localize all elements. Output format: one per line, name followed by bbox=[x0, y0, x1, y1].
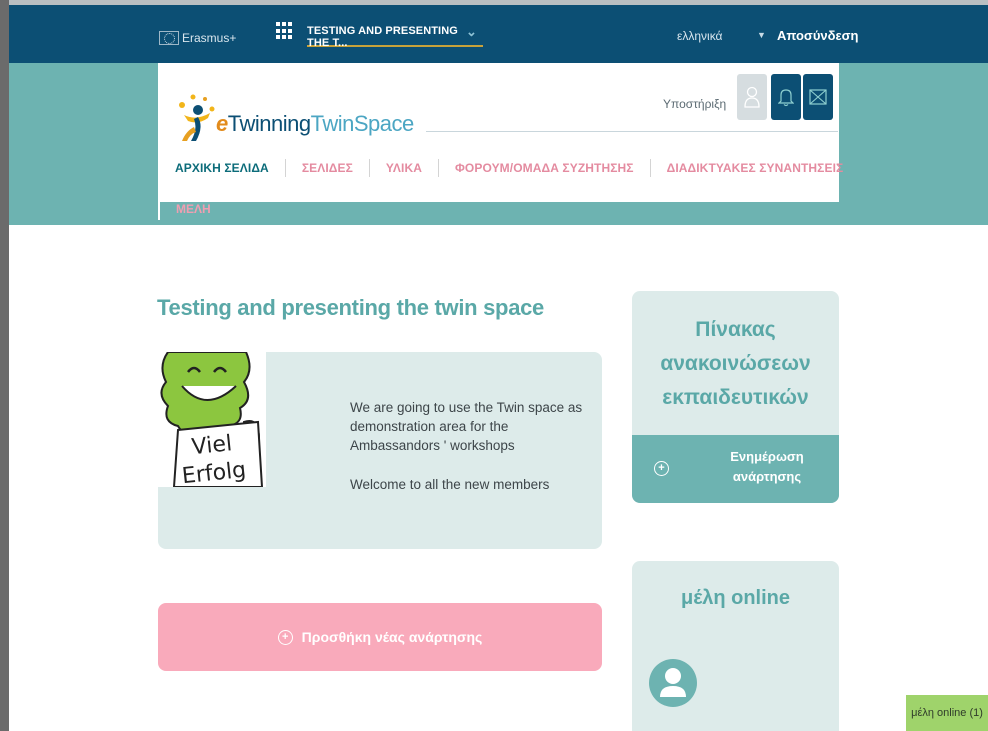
user-silhouette-icon bbox=[660, 668, 686, 697]
header-divider bbox=[426, 131, 838, 132]
logout-link[interactable]: Αποσύνδεση bbox=[777, 28, 859, 43]
chevron-down-icon: ⌄ bbox=[466, 24, 477, 39]
erasmus-label: Erasmus+ bbox=[182, 31, 237, 45]
nav-item-forum[interactable]: ΦΟΡΟΥΜ/ΟΜΑΔΑ ΣΥΖΗΤΗΣΗΣ bbox=[455, 161, 634, 175]
nav-divider bbox=[284, 159, 286, 177]
plus-circle-icon: + bbox=[654, 461, 669, 476]
twinspace-selector[interactable]: TESTING AND PRESENTING THE T... ⌄ bbox=[307, 24, 483, 49]
user-icon bbox=[744, 86, 760, 108]
plus-circle-icon: + bbox=[277, 629, 293, 645]
online-members-chip[interactable]: μέλη online (1) bbox=[906, 695, 988, 731]
support-link[interactable]: Υποστήριξη bbox=[663, 97, 726, 111]
top-bar: Erasmus+ TESTING AND PRESENTING THE T...… bbox=[9, 5, 988, 63]
sign-text-line1: Viel bbox=[191, 431, 234, 460]
nav-item-materials[interactable]: ΥΛΙΚΑ bbox=[386, 161, 422, 175]
add-post-label: Προσθήκη νέας ανάρτησης bbox=[301, 629, 483, 645]
caret-down-icon[interactable]: ▼ bbox=[757, 30, 766, 40]
update-post-label: Ενημέρωση ανάρτησης bbox=[730, 449, 804, 484]
nav-item-members[interactable]: ΜΕΛΗ bbox=[158, 202, 278, 220]
nav-divider bbox=[368, 159, 370, 177]
main-nav: ΑΡΧΙΚΗ ΣΕΛΙΔΑ ΣΕΛΙΔΕΣ ΥΛΙΚΑ ΦΟΡΟΥΜ/ΟΜΑΔΑ… bbox=[175, 159, 843, 177]
online-members-card: μέλη online bbox=[632, 561, 839, 731]
nav-item-home[interactable]: ΑΡΧΙΚΗ ΣΕΛΙΔΑ bbox=[175, 161, 269, 175]
nav-item-online-meetings[interactable]: ΔΙΑΔΙΚΤΥΑΚΕΣ ΣΥΝΑΝΤΗΣΕΙΣ bbox=[667, 161, 844, 175]
header-card: eTwinningTwinSpace Υποστήριξη ΑΡΧΙΚΗ ΣΕΛ… bbox=[158, 63, 843, 202]
intro-paragraph: We are going to use the Twin space as de… bbox=[350, 400, 583, 453]
bell-icon bbox=[778, 89, 794, 107]
viel-erfolg-image: Viel Erfolg bbox=[158, 352, 266, 487]
teacher-bulletin-board: Πίνακας ανακοινώσεων εκπαιδευτικών + Ενη… bbox=[632, 291, 839, 503]
page-title: Testing and presenting the twin space bbox=[157, 295, 544, 320]
nav-divider bbox=[649, 159, 651, 177]
online-members-title: μέλη online bbox=[680, 587, 791, 609]
avatar-icon[interactable] bbox=[649, 659, 697, 707]
etwinning-wordmark: eTwinningTwinSpace bbox=[216, 111, 414, 136]
twinspace-selector-value: TESTING AND PRESENTING THE T... bbox=[307, 25, 458, 49]
update-post-button[interactable]: + Ενημέρωση ανάρτησης bbox=[632, 435, 839, 503]
messages-button[interactable] bbox=[803, 74, 833, 120]
bulletin-board-title: Πίνακας ανακοινώσεων εκπαιδευτικών bbox=[660, 318, 811, 409]
etwinning-logo[interactable]: eTwinningTwinSpace bbox=[174, 91, 424, 145]
smiley-sign-illustration: Viel Erfolg bbox=[160, 352, 264, 487]
erasmus-link[interactable]: Erasmus+ bbox=[159, 31, 236, 45]
notifications-button[interactable] bbox=[771, 74, 801, 120]
language-selector[interactable]: ελληνικά bbox=[677, 29, 722, 43]
add-post-button[interactable]: + Προσθήκη νέας ανάρτησης bbox=[158, 603, 602, 671]
nav-divider bbox=[437, 159, 439, 177]
window-edge bbox=[0, 0, 9, 731]
eu-flag-icon bbox=[159, 31, 179, 45]
mail-icon bbox=[809, 89, 827, 105]
nav-item-pages[interactable]: ΣΕΛΙΔΕΣ bbox=[302, 161, 353, 175]
welcome-paragraph: Welcome to all the new members bbox=[350, 477, 550, 492]
apps-grid-icon[interactable] bbox=[276, 22, 294, 40]
profile-button[interactable] bbox=[737, 74, 767, 120]
intro-text: We are going to use the Twin space as de… bbox=[350, 398, 590, 494]
etwinning-figure-icon bbox=[179, 94, 215, 141]
